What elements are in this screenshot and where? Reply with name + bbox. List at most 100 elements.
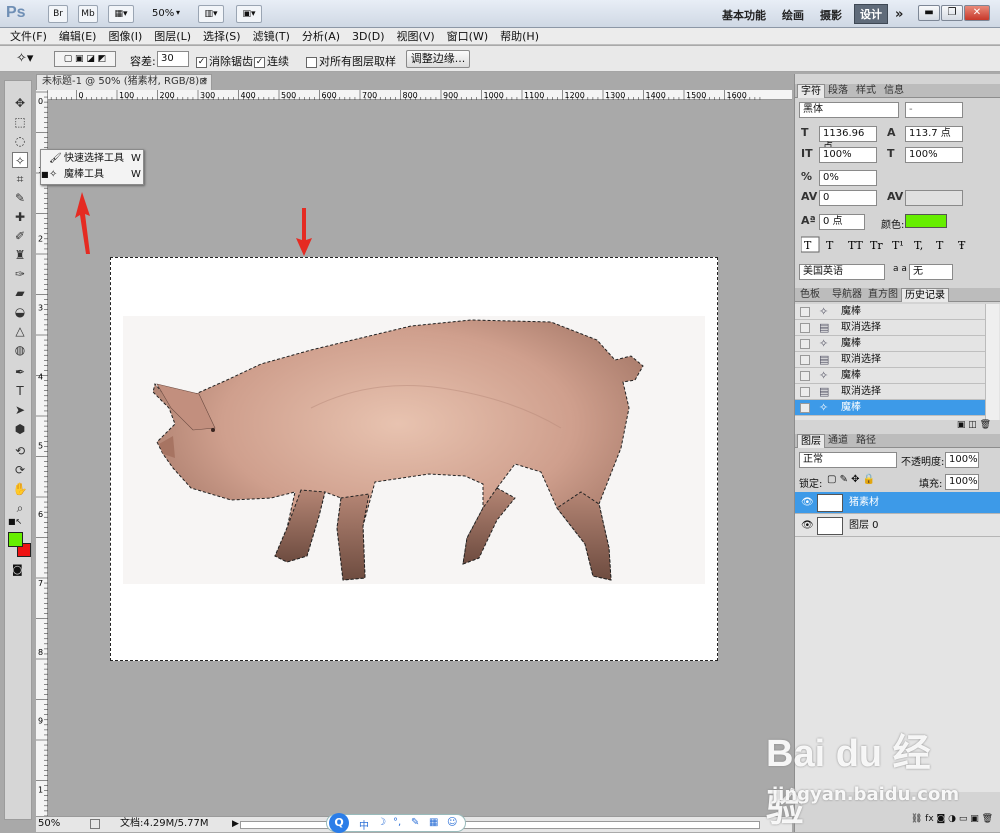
document-canvas[interactable] xyxy=(110,257,718,661)
history-item[interactable]: ▤ 取消选择 xyxy=(795,384,985,400)
close-tab-icon[interactable]: ⊠ xyxy=(199,75,207,89)
eye-icon[interactable]: 👁 xyxy=(801,492,814,514)
menu-filter[interactable]: 滤镜(T) xyxy=(253,28,290,44)
font-family-dropdown[interactable]: 黑体 xyxy=(799,102,899,118)
sample-all-layers-checkbox[interactable]: 对所有图层取样 xyxy=(306,53,396,69)
font-size-input[interactable]: 1136.96 点 xyxy=(819,126,877,153)
baseline-shift-input[interactable]: 0 点 xyxy=(819,214,865,230)
status-icon[interactable] xyxy=(90,819,100,829)
tab-swatches[interactable]: 色板 xyxy=(797,288,823,302)
default-colors-icon[interactable]: ■↖ xyxy=(8,517,22,526)
paint-bucket-tool-icon[interactable]: ◒ xyxy=(12,304,28,320)
blend-mode-dropdown[interactable]: 正常 xyxy=(799,452,897,468)
magic-wand-preset-icon[interactable]: ✧▾ xyxy=(16,51,33,66)
tab-layers[interactable]: 图层 xyxy=(797,434,825,448)
history-item-selected[interactable]: ✧ 魔棒 xyxy=(795,400,985,416)
tab-info[interactable]: 信息 xyxy=(881,84,907,98)
antialias-dropdown[interactable]: 无 xyxy=(909,264,953,280)
ime-punctuation-icon[interactable]: °, xyxy=(393,817,401,828)
menu-analysis[interactable]: 分析(A) xyxy=(302,28,340,44)
ime-logo-icon[interactable]: Q xyxy=(329,813,349,833)
hand-tool-icon[interactable]: ✋ xyxy=(12,481,28,497)
tracking-input[interactable] xyxy=(905,190,963,206)
tab-paths[interactable]: 路径 xyxy=(853,434,879,448)
workspace-essentials[interactable]: 基本功能 xyxy=(722,7,766,23)
menu-file[interactable]: 文件(F) xyxy=(10,28,47,44)
move-tool-icon[interactable]: ✥ xyxy=(12,95,28,111)
status-menu-arrow-icon[interactable]: ▶ xyxy=(232,817,239,831)
menu-window[interactable]: 窗口(W) xyxy=(447,28,488,44)
clone-stamp-tool-icon[interactable]: ♜ xyxy=(12,247,28,263)
zoom-tool-icon[interactable]: ⌕ xyxy=(12,500,28,516)
screen-mode-button[interactable]: ▣▾ xyxy=(236,5,262,23)
tab-styles[interactable]: 样式 xyxy=(853,84,879,98)
view-extras-button[interactable]: ▦▾ xyxy=(108,5,134,23)
antialias-checkbox[interactable]: ✓ 消除锯齿 xyxy=(196,53,253,69)
close-button[interactable]: ✕ xyxy=(964,5,990,21)
tolerance-input[interactable]: 30 xyxy=(157,51,189,67)
minimize-button[interactable]: ▬ xyxy=(918,5,940,21)
horizontal-scale-input[interactable]: 100% xyxy=(905,147,963,163)
selection-mode-buttons[interactable]: ▢ ▣ ◪ ◩ xyxy=(54,51,116,67)
ime-halfwidth-icon[interactable]: ☽ xyxy=(377,817,386,828)
menu-layer[interactable]: 图层(L) xyxy=(154,28,191,44)
tab-character[interactable]: 字符 xyxy=(797,84,825,98)
tab-histogram[interactable]: 直方图 xyxy=(865,288,901,302)
type-tool-icon[interactable]: T xyxy=(12,383,28,399)
marquee-tool-icon[interactable]: ⬚ xyxy=(12,114,28,130)
text-color-swatch[interactable] xyxy=(905,214,947,228)
menu-help[interactable]: 帮助(H) xyxy=(500,28,539,44)
zoom-level-dropdown[interactable]: 50% xyxy=(152,8,174,19)
menu-edit[interactable]: 编辑(E) xyxy=(59,28,97,44)
opacity-input[interactable]: 100% xyxy=(945,452,979,468)
type-style-buttons[interactable]: T T TT Tr T¹ T, T Ŧ xyxy=(801,236,987,254)
menu-select[interactable]: 选择(S) xyxy=(203,28,241,44)
shape-tool-icon[interactable]: ⬢ xyxy=(12,421,28,437)
restore-button[interactable]: ❐ xyxy=(941,5,963,21)
history-scrollbar[interactable] xyxy=(985,304,999,420)
document-tab[interactable]: 未标题-1 @ 50% (猪素材, RGB/8) * ⊠ xyxy=(36,74,212,90)
tab-history[interactable]: 历史记录 xyxy=(901,288,949,302)
tab-channels[interactable]: 通道 xyxy=(825,434,851,448)
menu-image[interactable]: 图像(I) xyxy=(108,28,142,44)
crop-tool-icon[interactable]: ⌗ xyxy=(12,171,28,187)
blur-tool-icon[interactable]: △ xyxy=(12,323,28,339)
tab-paragraph[interactable]: 段落 xyxy=(825,84,851,98)
3d-rotate-tool-icon[interactable]: ⟲ xyxy=(12,443,28,459)
layer-row-layer0[interactable]: 👁 图层 0 xyxy=(795,515,1000,537)
quick-mask-icon[interactable]: ◙ xyxy=(12,563,23,576)
layer-row-pig[interactable]: 👁 猪素材 xyxy=(795,492,1000,514)
eye-icon[interactable]: 👁 xyxy=(801,515,814,537)
zoom-percentage[interactable]: 50% xyxy=(38,817,60,831)
bridge-button[interactable]: Br xyxy=(48,5,68,23)
eyedropper-tool-icon[interactable]: ✎ xyxy=(12,190,28,206)
fill-input[interactable]: 100% xyxy=(945,474,979,490)
brush-tool-icon[interactable]: ✐ xyxy=(12,228,28,244)
healing-brush-tool-icon[interactable]: ✚ xyxy=(12,209,28,225)
history-item[interactable]: ▤ 取消选择 xyxy=(795,352,985,368)
leading-input[interactable]: 113.7 点 xyxy=(905,126,963,142)
lasso-tool-icon[interactable]: ◌ xyxy=(12,133,28,149)
magic-wand-tool-icon[interactable]: ✧ xyxy=(12,152,28,168)
tracking-percent-input[interactable]: 0% xyxy=(819,170,877,186)
menu-3d[interactable]: 3D(D) xyxy=(352,30,385,43)
contiguous-checkbox[interactable]: ✓ 连续 xyxy=(254,53,289,69)
history-item[interactable]: ✧ 魔棒 xyxy=(795,368,985,384)
history-item[interactable]: ▤ 取消选择 xyxy=(795,320,985,336)
vertical-scale-input[interactable]: 100% xyxy=(819,147,877,163)
ime-emoji-icon[interactable]: ☺ xyxy=(447,817,457,828)
horizontal-scrollbar[interactable] xyxy=(240,821,760,829)
history-footer-icons[interactable]: ▣ ◫ 🗑 xyxy=(795,420,1000,434)
ime-pen-icon[interactable]: ✎ xyxy=(411,817,419,828)
workspace-design[interactable]: 设计 xyxy=(854,4,888,24)
history-item[interactable]: ✧ 魔棒 xyxy=(795,304,985,320)
workspace-photography[interactable]: 摄影 xyxy=(820,7,842,23)
kerning-input[interactable]: 0 xyxy=(819,190,877,206)
tab-navigator[interactable]: 导航器 xyxy=(829,288,865,302)
menu-view[interactable]: 视图(V) xyxy=(397,28,435,44)
history-brush-tool-icon[interactable]: ✑ xyxy=(12,266,28,282)
foreground-color-swatch[interactable] xyxy=(8,532,23,547)
path-selection-tool-icon[interactable]: ➤ xyxy=(12,402,28,418)
language-dropdown[interactable]: 美国英语 xyxy=(799,264,885,280)
mini-bridge-button[interactable]: Mb xyxy=(78,5,98,23)
